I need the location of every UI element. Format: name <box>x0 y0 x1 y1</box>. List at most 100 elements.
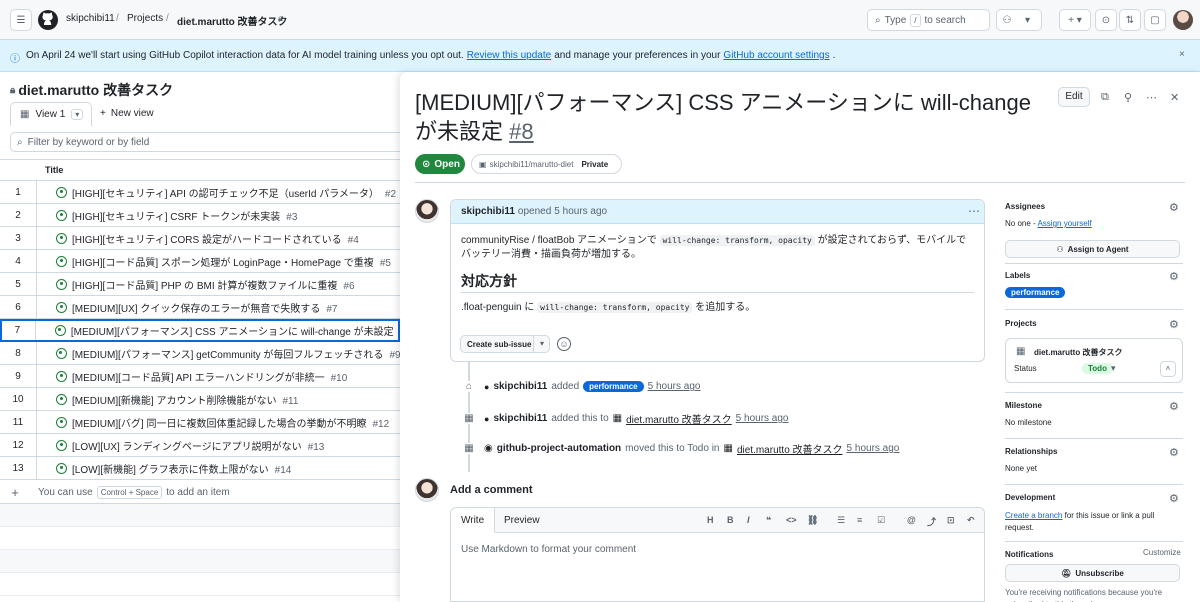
row-title[interactable]: [HIGH][セキュリティ] API の認可チェック不足（userId パラメー… <box>72 185 396 200</box>
repo-badge[interactable]: ▣ skipchibi11/marutto-diet Private <box>471 154 622 174</box>
table-row[interactable]: 3 [HIGH][セキュリティ] CORS 設定がハードコードされている #4 <box>0 227 400 250</box>
unordered-list-icon[interactable]: ☰ <box>837 515 845 526</box>
event-time[interactable]: 5 hours ago <box>847 443 900 454</box>
table-row[interactable]: 6 [MEDIUM][UX] クイック保存のエラーが無音で失敗する #7 <box>0 296 400 319</box>
view-options-icon[interactable]: ▾ <box>71 109 84 120</box>
table-row[interactable]: 11 [MEDIUM][バグ] 同一日に複数回体重記録した場合の挙動が不明瞭 #12 <box>0 411 400 434</box>
row-title[interactable]: [HIGH][コード品質] スポーン処理が LoginPage・HomePage… <box>72 254 391 269</box>
table-row[interactable]: 10 [MEDIUM][新機能] アカウント削除機能がない #11 <box>0 388 400 411</box>
tab-write[interactable]: Write <box>451 508 496 533</box>
row-title[interactable]: [HIGH][セキュリティ] CORS 設定がハードコードされている #4 <box>72 231 359 246</box>
table-row[interactable]: 7 [MEDIUM][パフォーマンス] CSS アニメーションに will-cha… <box>0 319 400 342</box>
pin-icon[interactable]: ⚲ <box>1124 91 1132 104</box>
row-title[interactable]: [HIGH][セキュリティ] CSRF トークンが未実装 #3 <box>72 208 297 223</box>
assign-to-agent-button[interactable]: ⚇ Assign to Agent <box>1005 240 1180 258</box>
gear-icon[interactable]: ⚙ <box>1169 400 1179 413</box>
row-title[interactable]: [LOW][UX] ランディングページにアプリ説明がない #13 <box>72 438 324 453</box>
event-time[interactable]: 5 hours ago <box>736 413 789 424</box>
code-icon[interactable]: <> <box>786 515 797 525</box>
copy-icon[interactable]: ⧉ <box>1101 91 1109 104</box>
heading-icon[interactable]: H <box>707 515 714 525</box>
new-view-button[interactable]: + New view <box>100 108 154 119</box>
project-name[interactable]: diet.marutto 改善タスク <box>1034 347 1122 358</box>
breadcrumb-project[interactable]: diet.marutto 改善タスク <box>177 13 288 28</box>
gear-icon[interactable]: ⚙ <box>1169 446 1179 459</box>
unsubscribe-button[interactable]: 🔕︎ Unsubscribe <box>1005 564 1180 582</box>
ordered-list-icon[interactable]: ≡ <box>857 515 862 525</box>
row-title[interactable]: [MEDIUM][パフォーマンス] getCommunity が毎回フルフェッチ… <box>72 346 400 361</box>
event-actor[interactable]: skipchibi11 <box>493 381 547 392</box>
assign-yourself-link[interactable]: Assign yourself <box>1037 219 1091 228</box>
comment-time[interactable]: 5 hours ago <box>554 206 607 217</box>
bold-icon[interactable]: B <box>727 515 734 525</box>
chevron-down-icon[interactable]: ▾ <box>533 336 550 352</box>
tab-preview[interactable]: Preview <box>494 508 550 533</box>
row-title[interactable]: [MEDIUM][コード品質] API エラーハンドリングが非統一 #10 <box>72 369 347 384</box>
tab-view-1[interactable]: ▦ View 1 ▾ <box>10 102 92 126</box>
author-avatar[interactable] <box>415 199 439 223</box>
event-time[interactable]: 5 hours ago <box>648 381 701 392</box>
kebab-menu-icon[interactable]: ⋯ <box>1146 91 1157 104</box>
table-row[interactable]: 5 [HIGH][コード品質] PHP の BMI 計算が複数ファイルに重複 #6 <box>0 273 400 296</box>
breadcrumb-projects[interactable]: Projects <box>127 13 163 24</box>
event-actor[interactable]: github-project-automation <box>497 443 621 454</box>
link-icon[interactable]: ⛓ <box>807 515 818 526</box>
search-input[interactable]: ⌕ Type / to search <box>867 9 990 31</box>
label-badge[interactable]: performance <box>1005 287 1066 298</box>
customize-link[interactable]: Customize <box>1143 548 1181 557</box>
table-row[interactable]: 1 [HIGH][セキュリティ] API の認可チェック不足（userId パラメ… <box>0 181 400 204</box>
edit-button[interactable]: Edit <box>1058 87 1090 107</box>
row-title[interactable]: [MEDIUM][バグ] 同一日に複数回体重記録した場合の挙動が不明瞭 #12 <box>72 415 389 430</box>
comment-textarea[interactable]: Use Markdown to format your comment <box>451 533 984 566</box>
gear-icon[interactable]: ⚙ <box>1169 201 1179 214</box>
label-badge[interactable]: performance <box>583 381 644 392</box>
event-project-link[interactable]: diet.marutto 改善タスク <box>626 411 732 426</box>
italic-icon[interactable]: I <box>747 515 750 525</box>
table-row[interactable]: 12 [LOW][UX] ランディングページにアプリ説明がない #13 <box>0 434 400 457</box>
add-item-row[interactable]: + You can use Control + Space to add an … <box>0 481 400 504</box>
gear-icon[interactable]: ⚙ <box>1169 492 1179 505</box>
review-update-link[interactable]: Review this update <box>467 50 552 61</box>
account-settings-link[interactable]: GitHub account settings <box>723 50 829 61</box>
column-header-title[interactable]: Title <box>45 165 63 175</box>
comment-author[interactable]: skipchibi11 <box>461 206 515 217</box>
mention-icon[interactable]: @ <box>907 515 916 525</box>
breadcrumb-owner[interactable]: skipchibi11 <box>66 13 115 24</box>
status-badge[interactable]: Todo <box>1082 363 1113 374</box>
chevron-down-icon[interactable]: ▾ <box>1111 363 1116 374</box>
event-actor[interactable]: skipchibi11 <box>493 413 547 424</box>
copilot-menu-button[interactable]: ▾ <box>1014 9 1042 31</box>
close-panel-icon[interactable]: ✕ <box>1170 91 1179 104</box>
filter-input[interactable]: ⌕ Filter by keyword or by field <box>10 132 410 152</box>
table-row[interactable]: 4 [HIGH][コード品質] スポーン処理が LoginPage・HomePag… <box>0 250 400 273</box>
table-row[interactable]: 9 [MEDIUM][コード品質] API エラーハンドリングが非統一 #10 <box>0 365 400 388</box>
issue-number-link[interactable]: #8 <box>509 119 533 144</box>
user-avatar[interactable] <box>1173 10 1193 30</box>
row-title[interactable]: [MEDIUM][UX] クイック保存のエラーが無音で失敗する #7 <box>72 300 337 315</box>
gear-icon[interactable]: ⚙ <box>1169 318 1179 331</box>
reference-icon[interactable]: ⤴ <box>927 515 936 528</box>
issues-button[interactable]: ⊙ <box>1095 9 1117 31</box>
notifications-button[interactable]: ▢ <box>1144 9 1166 31</box>
create-sub-issue-button[interactable]: Create sub-issue ▾ <box>460 335 550 353</box>
saved-replies-icon[interactable]: ⊡ <box>947 515 955 526</box>
pull-requests-button[interactable]: ⇅ <box>1119 9 1141 31</box>
menu-button[interactable]: ☰ <box>10 9 32 31</box>
quote-icon[interactable]: ❝ <box>766 515 771 526</box>
table-row[interactable]: 13 [LOW][新機能] グラフ表示に件数上限がない #14 <box>0 457 400 480</box>
table-row[interactable]: 8 [MEDIUM][パフォーマンス] getCommunity が毎回フルフェッ… <box>0 342 400 365</box>
task-list-icon[interactable]: ☑ <box>877 515 885 526</box>
collapse-icon[interactable]: ˄ <box>1160 361 1176 377</box>
event-project-link[interactable]: diet.marutto 改善タスク <box>737 441 843 456</box>
add-reaction-icon[interactable]: ☺ <box>557 337 571 351</box>
create-branch-link[interactable]: Create a branch <box>1005 511 1062 520</box>
github-logo-icon[interactable] <box>38 10 58 30</box>
close-icon[interactable]: × <box>1179 49 1185 60</box>
create-new-button[interactable]: + ▾ <box>1059 9 1091 31</box>
gear-icon[interactable]: ⚙ <box>1169 270 1179 283</box>
row-title[interactable]: [MEDIUM][新機能] アカウント削除機能がない #11 <box>72 392 298 407</box>
undo-icon[interactable]: ↶ <box>967 515 975 526</box>
comment-menu-icon[interactable]: ⋯ <box>968 204 980 218</box>
row-title[interactable]: [HIGH][コード品質] PHP の BMI 計算が複数ファイルに重複 #6 <box>72 277 355 292</box>
row-title[interactable]: [LOW][新機能] グラフ表示に件数上限がない #14 <box>72 461 291 476</box>
